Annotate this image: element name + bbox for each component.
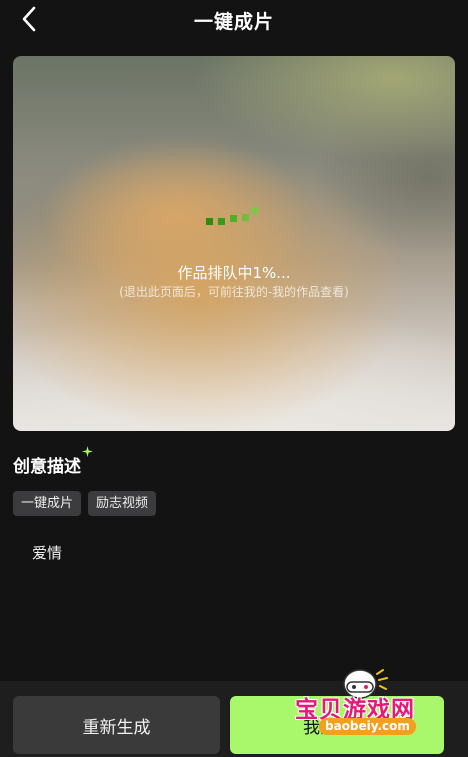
- queue-status-text: 作品排队中1%...: [177, 264, 291, 282]
- video-preview: 作品排队中1%... (退出此页面后，可前往我的-我的作品查看): [13, 56, 455, 431]
- sparkle-icon: [82, 446, 93, 457]
- chevron-left-icon: [22, 6, 36, 32]
- creative-section-title: 创意描述: [13, 446, 93, 477]
- loading-icon: [206, 207, 258, 225]
- page-title: 一键成片: [193, 10, 274, 33]
- description-text: 爱情: [32, 544, 63, 562]
- header-bar: 一键成片: [0, 0, 468, 40]
- my-works-button[interactable]: 我的作品: [230, 696, 444, 754]
- tag-list: 一键成片 励志视频: [13, 491, 157, 516]
- regenerate-button[interactable]: 重新生成: [13, 696, 220, 754]
- tag-inspirational-video: 励志视频: [88, 491, 157, 516]
- queue-hint-text: (退出此页面后，可前往我的-我的作品查看): [119, 285, 349, 299]
- tag-one-click: 一键成片: [13, 491, 82, 516]
- bottom-action-bar: 重新生成 我的作品: [0, 681, 468, 757]
- creative-title-label: 创意描述: [13, 457, 81, 477]
- back-button[interactable]: [12, 2, 46, 36]
